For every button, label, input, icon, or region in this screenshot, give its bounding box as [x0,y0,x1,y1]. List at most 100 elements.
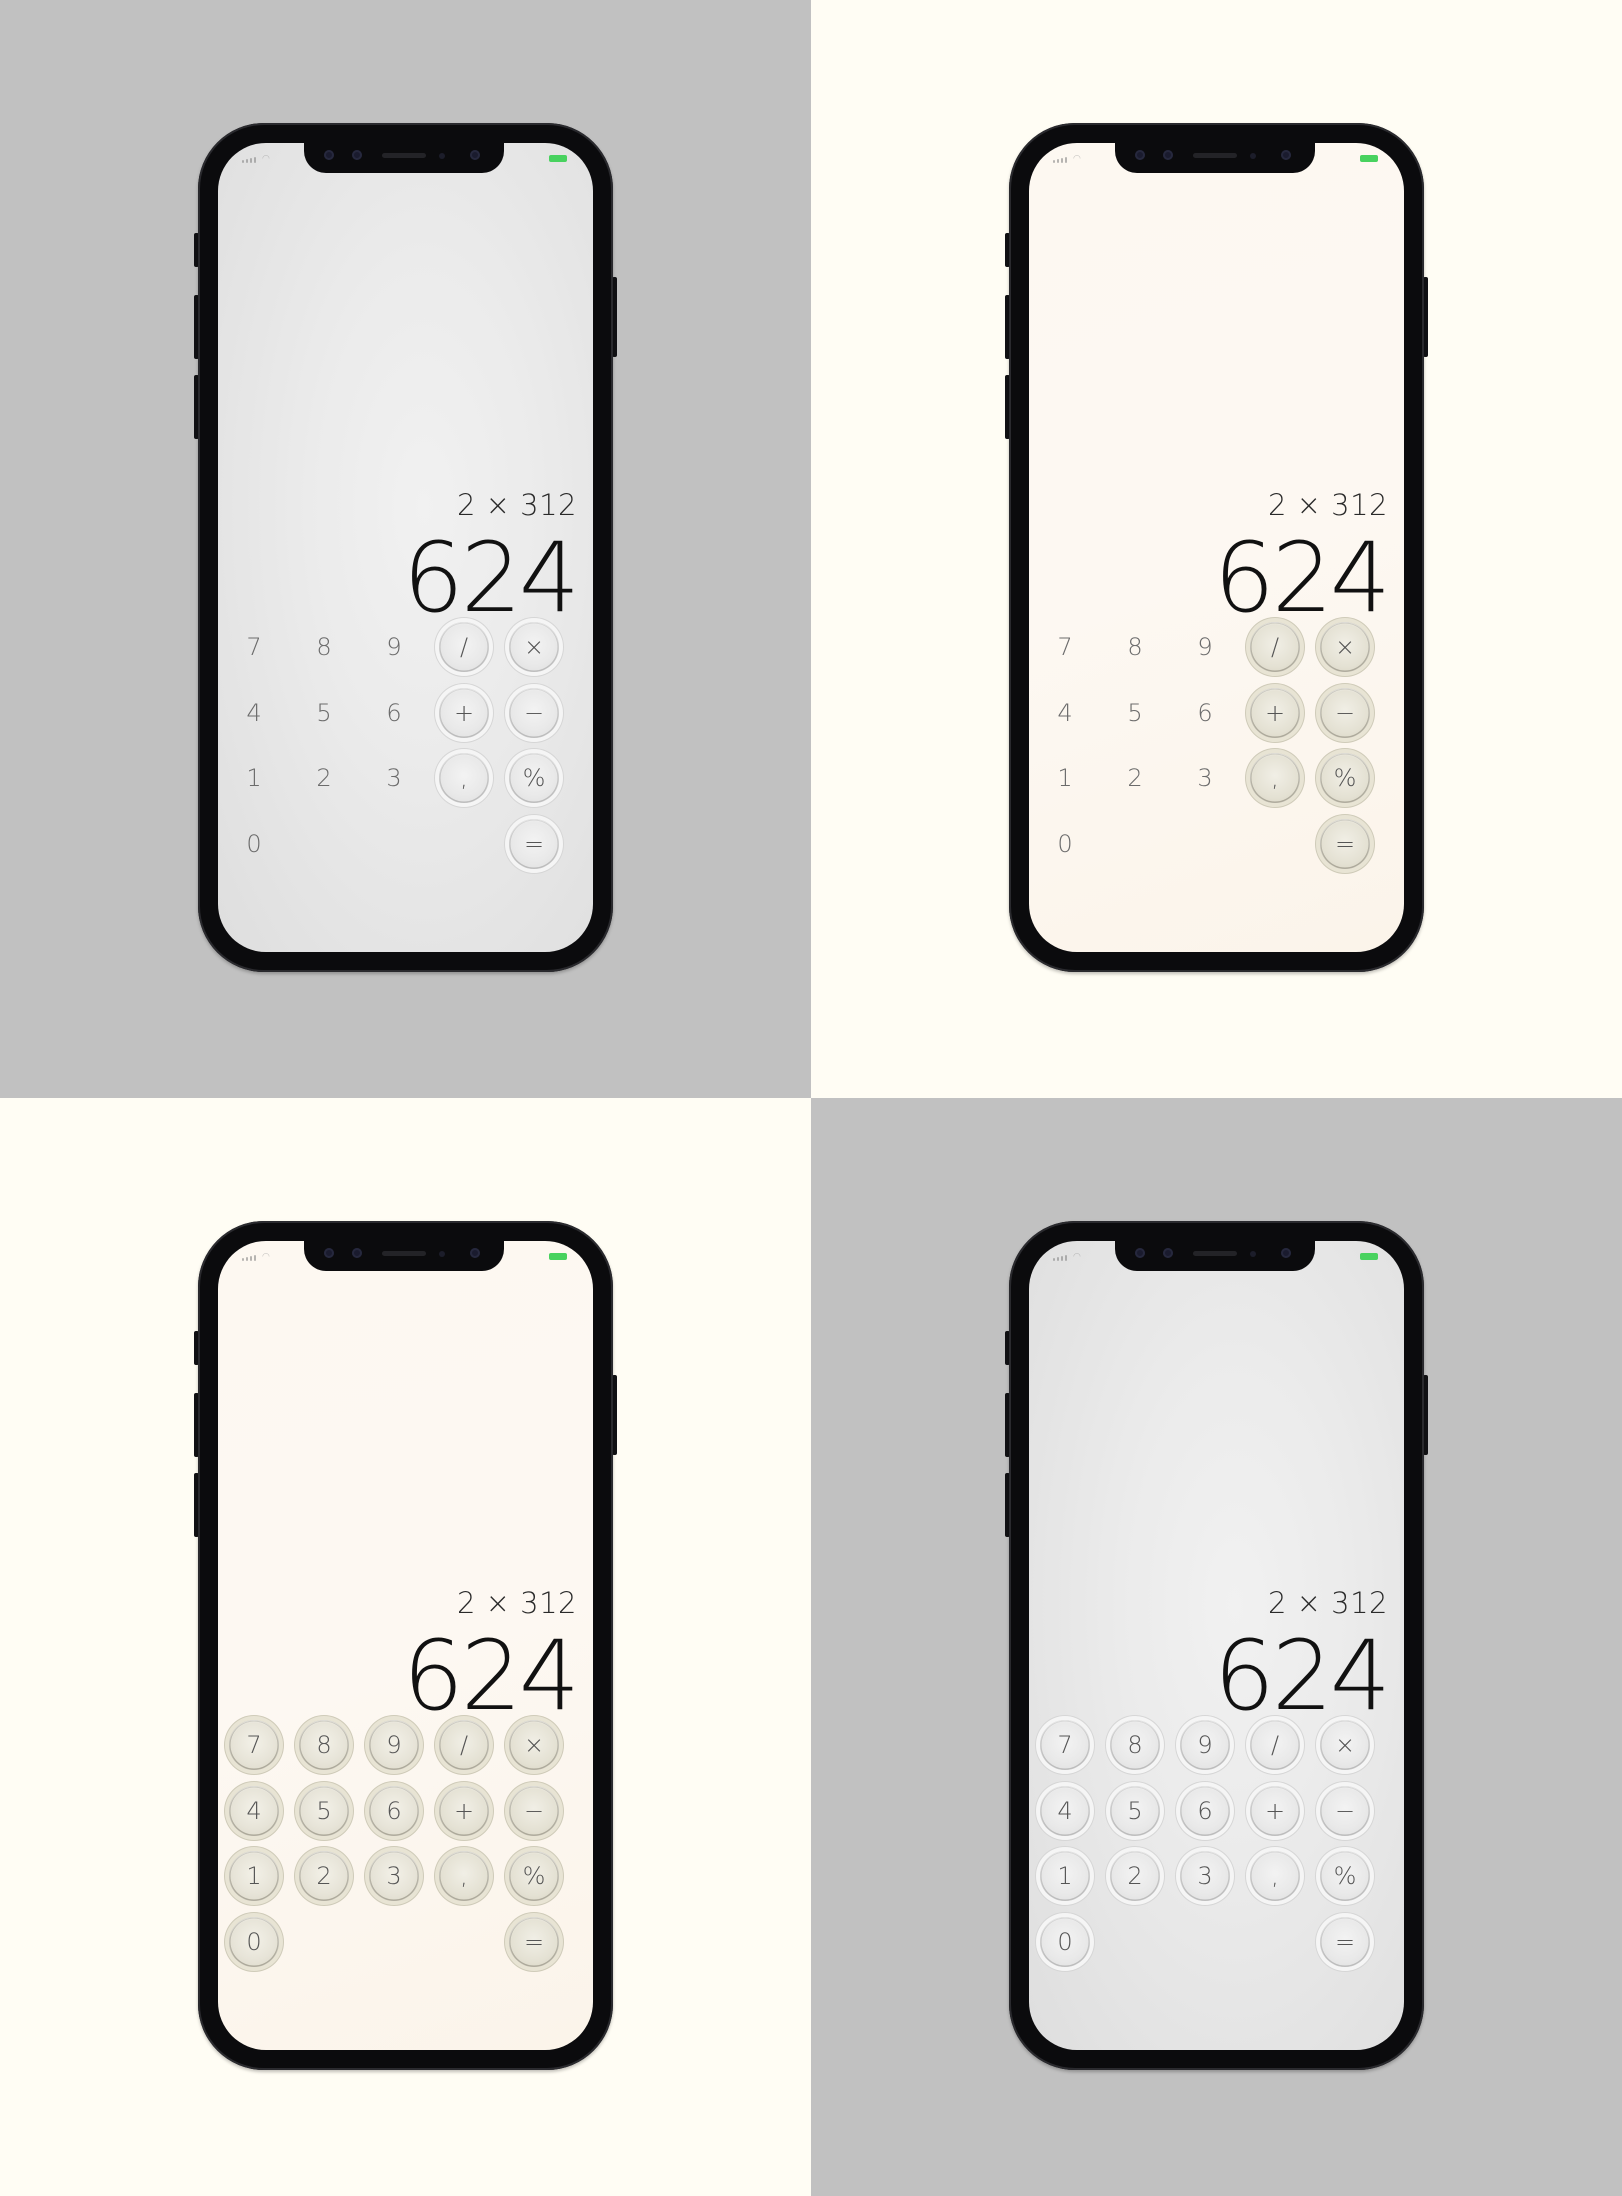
key-digit-7[interactable]: 7 [1040,1720,1090,1770]
key-digit-5[interactable]: 5 [299,1785,349,1836]
phone-screen: ◠ 2 × 312 624 7 8 9 / × 4 5 6 + − 1 2 3,% 0 = [218,1241,593,2050]
phone-mockup: ◠ 2 × 312 624 7 8 9 / × 4 5 6 + − 1 2 3,% 0 = [194,1221,617,2070]
key-plus[interactable]: + [1250,687,1300,738]
key-minus[interactable]: − [509,687,559,738]
expression-display: 2 × 312 [1267,1586,1388,1620]
battery-icon [549,1253,567,1260]
key-digit-7[interactable]: 7 [229,1720,279,1770]
battery-icon [1360,155,1378,162]
key-digit-2[interactable]: 2 [1110,753,1160,803]
battery-icon [1360,1253,1378,1260]
result-display: 624 [1213,522,1391,634]
wifi-icon: ◠ [262,154,270,164]
key-divide[interactable]: / [439,1720,489,1770]
key-equals[interactable]: = [1320,1916,1370,1967]
key-minus[interactable]: − [1320,1785,1370,1836]
key-plus[interactable]: + [1250,1785,1300,1836]
key-digit-6[interactable]: 6 [1180,688,1230,738]
phone-screen: ◠ 2 × 312 624 7 8 9 / × 4 5 6 + − 1 2 3,% 0 = [1029,143,1404,952]
key-digit-1[interactable]: 1 [1040,1851,1090,1901]
key-equals[interactable]: = [509,1916,559,1967]
key-digit-1[interactable]: 1 [1040,753,1090,803]
key-digit-2[interactable]: 2 [1110,1851,1160,1901]
key-digit-9[interactable]: 9 [1180,1720,1230,1770]
key-digit-1[interactable]: 1 [229,753,279,803]
key-digit-4[interactable]: 4 [229,1785,279,1836]
key-digit-8[interactable]: 8 [1110,1720,1160,1770]
key-percent[interactable]: % [1320,1851,1370,1901]
key-digit-5[interactable]: 5 [1110,688,1160,738]
key-digit-9[interactable]: 9 [1180,622,1230,672]
key-digit-1[interactable]: 1 [229,1851,279,1901]
wifi-icon: ◠ [1073,1252,1081,1262]
key-multiply[interactable]: × [1320,1720,1370,1770]
key-comma[interactable]: , [439,1851,489,1901]
key-multiply[interactable]: × [509,622,559,672]
key-digit-6[interactable]: 6 [369,1785,419,1836]
key-percent[interactable]: % [509,753,559,803]
expression-display: 2 × 312 [456,1586,577,1620]
key-multiply[interactable]: × [1320,622,1370,672]
key-divide[interactable]: / [1250,1720,1300,1770]
key-multiply[interactable]: × [509,1720,559,1770]
key-digit-4[interactable]: 4 [1040,1785,1090,1836]
status-bar-left: ◠ [242,1252,270,1262]
key-divide[interactable]: / [1250,622,1300,672]
battery-icon [549,155,567,162]
key-plus[interactable]: + [439,1785,489,1836]
status-bar-left: ◠ [242,154,270,164]
key-digit-4[interactable]: 4 [229,688,279,738]
phone-mockup: ◠ 2 × 312 624 7 8 9 / × 4 5 6 + − 1 2 3,% 0 = [1005,123,1428,972]
status-bar-left: ◠ [1053,154,1081,164]
key-digit-0[interactable]: 0 [229,1916,279,1967]
result-display: 624 [402,522,580,634]
key-digit-9[interactable]: 9 [369,622,419,672]
status-bar-left: ◠ [1053,1252,1081,1262]
key-digit-4[interactable]: 4 [1040,688,1090,738]
key-percent[interactable]: % [509,1851,559,1901]
key-minus[interactable]: − [1320,687,1370,738]
result-display: 624 [402,1620,580,1732]
key-minus[interactable]: − [509,1785,559,1836]
phone-screen: ◠ 2 × 312 624 7 8 9 / × 4 5 6 + − 1 2 3,% 0 = [218,143,593,952]
key-comma[interactable]: , [1250,1851,1300,1901]
key-percent[interactable]: % [1320,753,1370,803]
key-digit-0[interactable]: 0 [1040,819,1090,869]
notch [1115,1241,1315,1271]
wifi-icon: ◠ [262,1252,270,1262]
key-digit-9[interactable]: 9 [369,1720,419,1770]
mockup-grid: ◠ 2 × 312 624 7 8 9/× 4 5 6 + −1 2 3,% 0 = [0,0,1622,2196]
key-digit-8[interactable]: 8 [299,622,349,672]
key-plus[interactable]: + [439,687,489,738]
key-digit-5[interactable]: 5 [299,688,349,738]
mockup-variant-cream-all-buttons: ◠ 2 × 312 624 7 8 9 / × 4 5 6 + − 1 2 3,% 0 = [0,1098,811,2196]
key-digit-3[interactable]: 3 [369,1851,419,1901]
key-comma[interactable]: , [1250,753,1300,803]
result-display: 624 [1213,1620,1391,1732]
key-digit-0[interactable]: 0 [229,819,279,869]
mockup-variant-grey-all-buttons: ◠ 2 × 312 624 7 8 9 / × 4 5 6 + − 1 2 3,% 0 = [811,1098,1622,2196]
key-digit-3[interactable]: 3 [1180,753,1230,803]
notch [304,143,504,173]
key-digit-2[interactable]: 2 [299,1851,349,1901]
key-digit-6[interactable]: 6 [369,688,419,738]
mockup-variant-grey-flat-digits: ◠ 2 × 312 624 7 8 9 / × 4 5 6 + − 1 2 3,% 0 = [0,0,811,1098]
key-comma[interactable]: , [439,753,489,803]
key-digit-8[interactable]: 8 [1110,622,1160,672]
key-digit-6[interactable]: 6 [1180,1785,1230,1836]
key-digit-7[interactable]: 7 [1040,622,1090,672]
key-digit-2[interactable]: 2 [299,753,349,803]
wifi-icon: ◠ [1073,154,1081,164]
key-digit-3[interactable]: 3 [1180,1851,1230,1901]
expression-display: 2 × 312 [456,488,577,522]
phone-mockup: ◠ 2 × 312 624 7 8 9 / × 4 5 6 + − 1 2 3,% 0 = [1005,1221,1428,2070]
key-digit-8[interactable]: 8 [299,1720,349,1770]
key-equals[interactable]: = [509,818,559,869]
key-digit-5[interactable]: 5 [1110,1785,1160,1836]
key-equals[interactable]: = [1320,818,1370,869]
key-digit-7[interactable]: 7 [229,622,279,672]
key-digit-3[interactable]: 3 [369,753,419,803]
key-divide[interactable]: / [439,622,489,672]
mockup-variant-cream-flat-digits: ◠ 2 × 312 624 7 8 9 / × 4 5 6 + − 1 2 3,% 0 = [811,0,1622,1098]
key-digit-0[interactable]: 0 [1040,1916,1090,1967]
